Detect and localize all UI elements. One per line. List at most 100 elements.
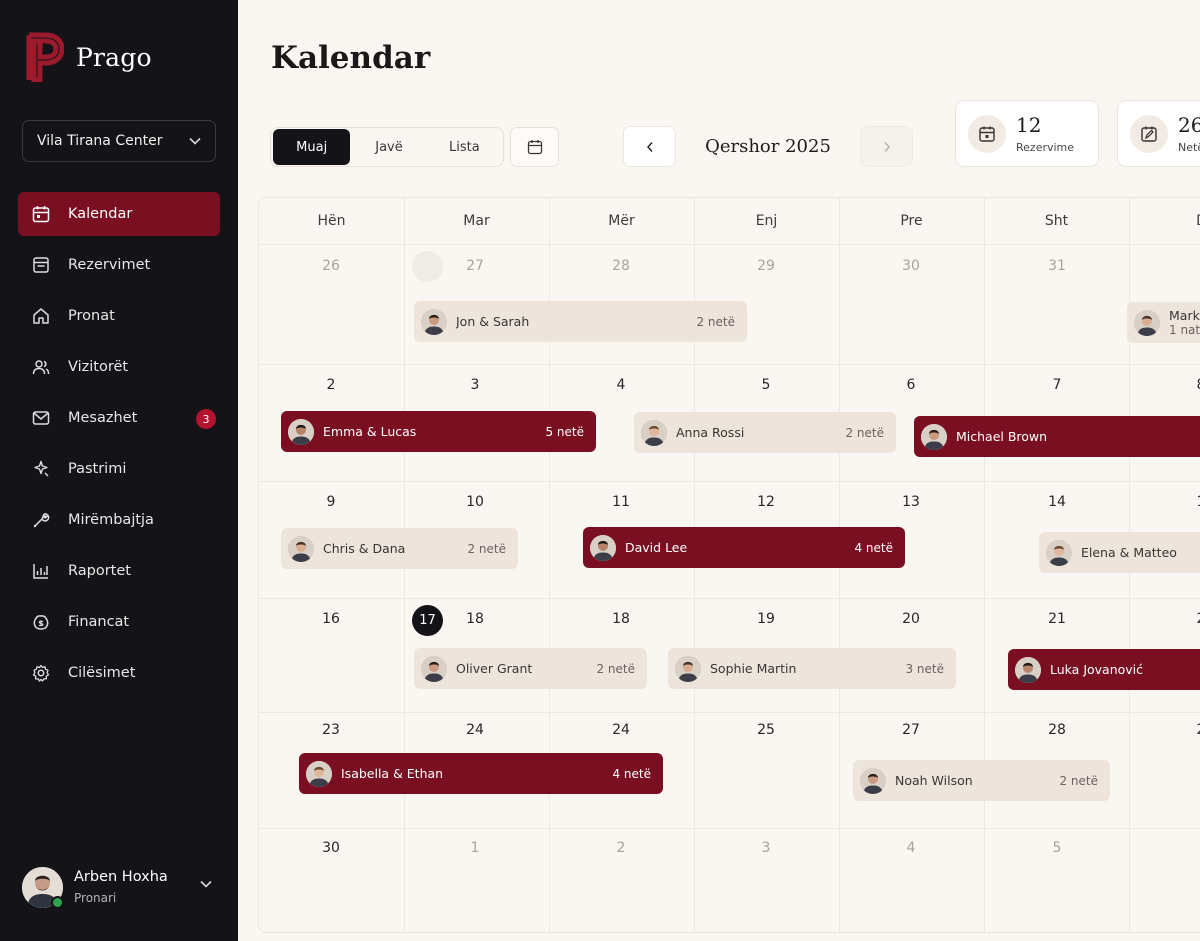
day-number[interactable]: 3 — [736, 840, 796, 856]
day-number[interactable]: 24 — [445, 722, 505, 738]
property-select[interactable]: Vila Tirana Center — [22, 120, 216, 162]
day-number[interactable]: 1 — [1171, 494, 1200, 510]
sidebar-item-vizitoret[interactable]: Vizitorët — [18, 345, 220, 389]
sidebar-item-raportet[interactable]: Raportet — [18, 549, 220, 593]
day-number[interactable]: 28 — [591, 258, 651, 274]
stat-label: Rezervime — [1016, 141, 1075, 154]
day-number[interactable]: 16 — [301, 611, 361, 627]
day-number[interactable]: 21 — [1027, 611, 1087, 627]
sidebar-item-pastrimi[interactable]: Pastrimi — [18, 447, 220, 491]
day-number[interactable]: 19 — [736, 611, 796, 627]
day-number[interactable]: 29 — [736, 258, 796, 274]
booking-event[interactable]: Isabella & Ethan 4 netë — [299, 753, 663, 794]
day-number[interactable]: 5 — [1027, 840, 1087, 856]
sidebar-item-label: Pastrimi — [68, 461, 127, 477]
day-number[interactable]: 2 — [301, 377, 361, 393]
sidebar-item-rezervimet[interactable]: Rezervimet — [18, 243, 220, 287]
day-number[interactable]: 20 — [881, 611, 941, 627]
booking-event[interactable]: Anna Rossi 2 netë — [634, 412, 896, 453]
booking-nights: 5 netë — [545, 424, 584, 439]
day-number[interactable]: 8 — [1171, 377, 1200, 393]
booking-details: Mark1 natë — [1169, 308, 1200, 338]
booking-event[interactable]: Michael Brown — [914, 416, 1200, 457]
booking-event[interactable]: Jon & Sarah 2 netë — [414, 301, 747, 342]
day-number[interactable]: 11 — [591, 494, 651, 510]
sidebar-item-pronat[interactable]: Pronat — [18, 294, 220, 338]
today-marker[interactable]: 17 — [412, 605, 443, 636]
weekday-header: Pre — [900, 213, 923, 229]
mail-icon — [32, 409, 50, 427]
day-number[interactable]: 30 — [301, 840, 361, 856]
day-number[interactable]: 27 — [445, 258, 505, 274]
stat-label: Netë — [1178, 141, 1200, 154]
booking-event[interactable]: Emma & Lucas 5 netë — [281, 411, 596, 452]
day-number[interactable]: 4 — [591, 377, 651, 393]
booking-event[interactable]: Noah Wilson 2 netë — [853, 760, 1110, 801]
grid-row-line — [259, 364, 1200, 365]
booking-nights: 2 netë — [596, 661, 635, 676]
day-number[interactable]: 24 — [591, 722, 651, 738]
brand-logo[interactable]: Prago — [26, 32, 152, 82]
next-month-button[interactable] — [860, 126, 913, 167]
view-list-button[interactable]: Lista — [428, 129, 501, 165]
guest-name: Sophie Martin — [710, 661, 797, 676]
avatar — [22, 866, 64, 909]
booking-event[interactable]: Sophie Martin 3 netë — [668, 648, 956, 689]
guest-name: David Lee — [625, 540, 688, 555]
day-number[interactable]: 1 — [445, 840, 505, 856]
date-picker-button[interactable] — [510, 127, 559, 167]
day-number[interactable]: 6 — [881, 377, 941, 393]
home-icon — [32, 307, 50, 325]
day-number[interactable]: 13 — [881, 494, 941, 510]
day-number[interactable]: 3 — [445, 377, 505, 393]
sidebar-item-financat[interactable]: Financat — [18, 600, 220, 644]
guest-name: Oliver Grant — [456, 661, 533, 676]
chevron-down-icon — [189, 137, 201, 145]
sidebar-item-mirembajtja[interactable]: Mirëmbajtja — [18, 498, 220, 542]
grid-row-line — [259, 481, 1200, 482]
day-number[interactable]: 25 — [736, 722, 796, 738]
view-week-button[interactable]: Javë — [350, 129, 427, 165]
day-number[interactable]: 2 — [1171, 611, 1200, 627]
property-select-value: Vila Tirana Center — [37, 133, 163, 149]
day-number[interactable]: 4 — [881, 840, 941, 856]
day-number[interactable]: 5 — [736, 377, 796, 393]
day-number[interactable]: 27 — [881, 722, 941, 738]
day-number[interactable]: 30 — [881, 258, 941, 274]
day-number[interactable]: 18 — [445, 611, 505, 627]
guest-name: Anna Rossi — [676, 425, 745, 440]
day-number[interactable]: 7 — [1027, 377, 1087, 393]
booking-event[interactable]: Chris & Dana 2 netë — [281, 528, 518, 569]
view-month-button[interactable]: Muaj — [273, 129, 351, 165]
booking-event[interactable]: Mark1 natë — [1127, 302, 1200, 343]
sidebar-item-label: Kalendar — [68, 206, 133, 222]
sidebar-item-label: Cilësimet — [68, 665, 136, 681]
sidebar: Prago Vila Tirana Center Kalendar Rezerv… — [0, 0, 238, 941]
day-number[interactable]: 12 — [736, 494, 796, 510]
booking-nights: 2 netë — [467, 541, 506, 556]
booking-event[interactable]: David Lee 4 netë — [583, 527, 905, 568]
day-number[interactable]: 14 — [1027, 494, 1087, 510]
booking-event[interactable]: Elena & Matteo — [1039, 532, 1200, 573]
sidebar-item-mesazhet[interactable]: Mesazhet 3 — [18, 396, 220, 440]
previous-month-button[interactable] — [623, 126, 676, 167]
day-number[interactable]: 2 — [1171, 722, 1200, 738]
day-number[interactable]: 2 — [591, 840, 651, 856]
booking-event[interactable]: Luka Jovanović — [1008, 649, 1200, 690]
calendar-icon — [32, 205, 50, 223]
day-number[interactable]: 31 — [1027, 258, 1087, 274]
booking-event[interactable]: Oliver Grant 2 netë — [414, 648, 647, 689]
online-status-dot — [51, 895, 64, 909]
sidebar-item-cilesimet[interactable]: Cilësimet — [18, 651, 220, 695]
day-number[interactable]: 23 — [301, 722, 361, 738]
stat-card-nights: 26 Netë — [1117, 100, 1200, 167]
user-menu[interactable]: Arben Hoxha Pronari — [22, 864, 216, 910]
day-number[interactable]: 18 — [591, 611, 651, 627]
sidebar-item-kalendar[interactable]: Kalendar — [18, 192, 220, 236]
day-number[interactable]: 28 — [1027, 722, 1087, 738]
day-number[interactable]: 9 — [301, 494, 361, 510]
booking-nights: 4 netë — [612, 766, 651, 781]
guest-name: Chris & Dana — [323, 541, 406, 556]
day-number[interactable]: 26 — [301, 258, 361, 274]
day-number[interactable]: 10 — [445, 494, 505, 510]
